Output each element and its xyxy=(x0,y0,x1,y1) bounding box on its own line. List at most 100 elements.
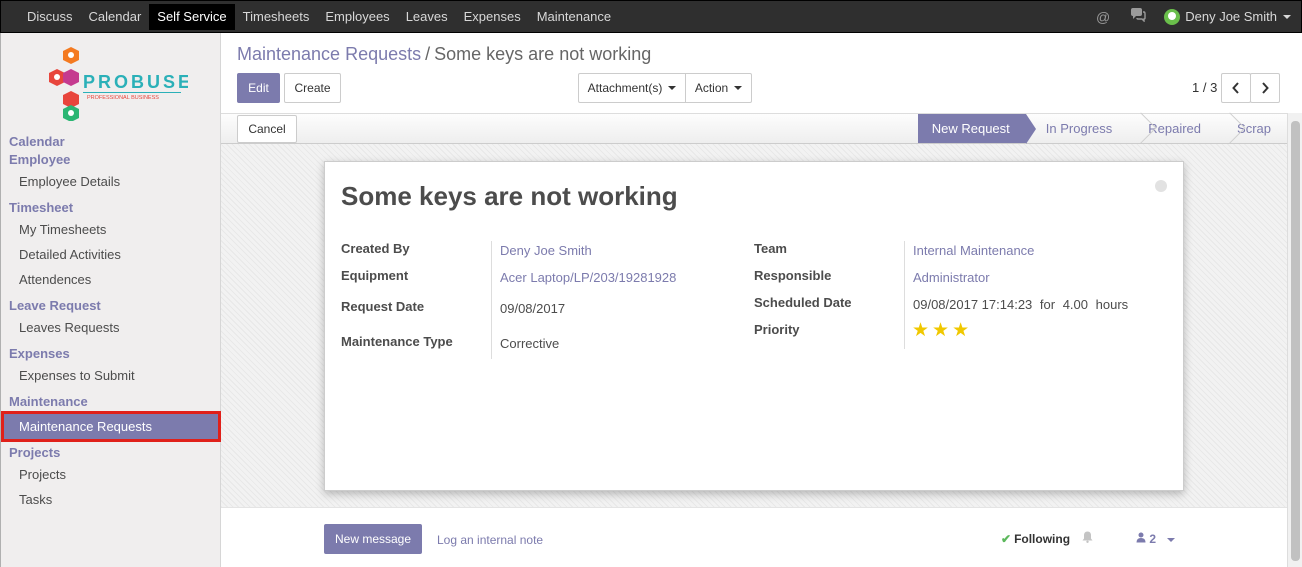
kanban-state-icon[interactable] xyxy=(1155,180,1167,192)
priority-label: Priority xyxy=(754,322,800,337)
request-date-value: 09/08/2017 xyxy=(500,301,566,316)
log-note-button[interactable]: Log an internal note xyxy=(437,533,543,547)
pager-previous-button[interactable] xyxy=(1221,73,1251,103)
menu-calendar[interactable]: Calendar xyxy=(81,1,150,32)
svg-text:PROFESSIONAL BUSINESS: PROFESSIONAL BUSINESS xyxy=(87,95,159,101)
sidebar-head-expenses[interactable]: Expenses xyxy=(1,345,221,363)
sidebar-item-attendences[interactable]: Attendences xyxy=(1,267,221,292)
action-dropdown[interactable]: Action xyxy=(685,73,752,103)
sidebar-item-projects[interactable]: Projects xyxy=(1,462,221,487)
maintenance-type-value: Corrective xyxy=(500,336,560,351)
menu-employees[interactable]: Employees xyxy=(317,1,397,32)
breadcrumb: Maintenance Requests / Some keys are not w… xyxy=(237,44,651,65)
stage-repaired[interactable]: Repaired xyxy=(1125,112,1217,144)
star-icon[interactable]: ★ xyxy=(912,320,929,341)
sidebar-head-maintenance[interactable]: Maintenance xyxy=(1,393,221,411)
followers-count: 2 xyxy=(1149,532,1157,546)
sidebar-menu: Calendar Employee Employee Details Times… xyxy=(1,133,221,512)
sidebar-head-leave-request[interactable]: Leave Request xyxy=(1,297,221,315)
user-menu[interactable]: Deny Joe Smith xyxy=(1164,8,1291,25)
equipment-label: Equipment xyxy=(341,268,409,283)
user-icon xyxy=(1136,532,1146,543)
sidebar-head-timesheet[interactable]: Timesheet xyxy=(1,199,221,217)
chat-icon[interactable] xyxy=(1130,8,1146,25)
menu-timesheets[interactable]: Timesheets xyxy=(235,1,318,32)
form-view: Some keys are not working Created By Den… xyxy=(221,144,1287,507)
scrollbar-thumb[interactable] xyxy=(1291,121,1300,561)
chevron-right-icon xyxy=(1262,82,1269,94)
menu-expenses[interactable]: Expenses xyxy=(456,1,529,32)
following-label: Following xyxy=(1014,532,1071,546)
followers-dropdown[interactable]: 2 xyxy=(1136,532,1176,546)
new-message-button[interactable]: New message xyxy=(324,524,422,554)
chatter: New message Log an internal note ✔ Follow… xyxy=(221,507,1287,567)
chevron-down-icon xyxy=(1167,537,1176,542)
stage-label: New Request xyxy=(931,121,1010,136)
scheduled-date-value: 09/08/2017 17:14:23 for 4.00 hours xyxy=(913,297,1128,312)
chevron-separator-icon xyxy=(1125,112,1157,144)
form-sheet: Some keys are not working Created By Den… xyxy=(324,161,1184,491)
chevron-down-icon xyxy=(734,86,743,90)
check-icon: ✔ xyxy=(1001,532,1012,546)
attachments-label: Attachment(s) xyxy=(587,81,663,95)
duration-for: for xyxy=(1039,297,1056,312)
sidebar-item-leaves-requests[interactable]: Leaves Requests xyxy=(1,315,221,340)
scheduled-date-label: Scheduled Date xyxy=(754,295,852,310)
systray: @ Deny Joe Smith xyxy=(1086,1,1301,32)
breadcrumb-parent[interactable]: Maintenance Requests xyxy=(237,44,421,64)
star-icon[interactable]: ★ xyxy=(952,320,969,341)
edit-button[interactable]: Edit xyxy=(237,73,280,103)
star-icon[interactable]: ★ xyxy=(932,320,949,341)
breadcrumb-separator: / xyxy=(425,44,431,64)
sidebar-item-expenses-to-submit[interactable]: Expenses to Submit xyxy=(1,363,221,388)
sidebar-head-employee[interactable]: Employee xyxy=(1,151,221,169)
bell-icon[interactable] xyxy=(1082,531,1093,546)
sidebar-item-my-timesheets[interactable]: My Timesheets xyxy=(1,217,221,242)
menu-leaves[interactable]: Leaves xyxy=(398,1,456,32)
chevron-down-icon xyxy=(1283,14,1291,19)
stage-label: Repaired xyxy=(1148,121,1202,136)
responsible-value[interactable]: Administrator xyxy=(913,270,990,285)
user-name: Deny Joe Smith xyxy=(1185,9,1277,24)
menu-self-service[interactable]: Self Service xyxy=(149,3,235,30)
priority-stars[interactable]: ★ ★ ★ xyxy=(912,319,972,342)
equipment-value[interactable]: Acer Laptop/LP/203/19281928 xyxy=(500,270,676,285)
stage-scrap[interactable]: Scrap xyxy=(1214,112,1287,144)
field-divider xyxy=(904,241,905,349)
created-by-label: Created By xyxy=(341,241,410,256)
scrollbar[interactable] xyxy=(1287,113,1302,567)
duration-value: 4.00 xyxy=(1062,297,1089,312)
chevron-separator-icon xyxy=(1214,112,1246,144)
at-icon[interactable]: @ xyxy=(1096,9,1110,25)
breadcrumb-current: Some keys are not working xyxy=(434,44,652,64)
team-value[interactable]: Internal Maintenance xyxy=(913,243,1034,258)
pager-value[interactable]: 1 / 3 xyxy=(1192,80,1217,95)
sidebar-head-calendar[interactable]: Calendar xyxy=(1,133,221,151)
created-by-value[interactable]: Deny Joe Smith xyxy=(500,243,592,258)
sidebar-item-employee-details[interactable]: Employee Details xyxy=(1,169,221,194)
sidebar-item-maintenance-requests[interactable]: Maintenance Requests xyxy=(1,411,221,442)
pager-next-button[interactable] xyxy=(1250,73,1280,103)
follow-button[interactable]: ✔ Following xyxy=(1001,532,1070,546)
company-logo: PROBUSE PROFESSIONAL BUSINESS xyxy=(43,45,190,122)
cancel-button[interactable]: Cancel xyxy=(237,115,297,143)
create-button[interactable]: Create xyxy=(284,73,341,103)
sidebar-item-detailed-activities[interactable]: Detailed Activities xyxy=(1,242,221,267)
responsible-label: Responsible xyxy=(754,268,832,283)
stage-new-request[interactable]: New Request xyxy=(917,114,1036,144)
menu-discuss[interactable]: Discuss xyxy=(19,1,81,32)
chevron-left-icon xyxy=(1232,82,1239,94)
menu-maintenance[interactable]: Maintenance xyxy=(529,1,619,32)
stage-in-progress[interactable]: In Progress xyxy=(1026,114,1128,143)
control-panel: Maintenance Requests / Some keys are not w… xyxy=(221,33,1302,113)
form-statusbar: Cancel New Request In Progress Repaired … xyxy=(221,112,1287,144)
team-label: Team xyxy=(754,241,787,256)
request-title: Some keys are not working xyxy=(341,181,678,211)
attachments-dropdown[interactable]: Attachment(s) xyxy=(578,73,686,103)
sidebar: PROBUSE PROFESSIONAL BUSINESS Calendar E… xyxy=(0,33,221,567)
sidebar-head-projects[interactable]: Projects xyxy=(1,444,221,462)
sidebar-item-tasks[interactable]: Tasks xyxy=(1,487,221,512)
scheduled-date: 09/08/2017 17:14:23 xyxy=(913,297,1033,312)
stage-label: In Progress xyxy=(1045,121,1113,136)
request-date-label: Request Date xyxy=(341,299,425,314)
